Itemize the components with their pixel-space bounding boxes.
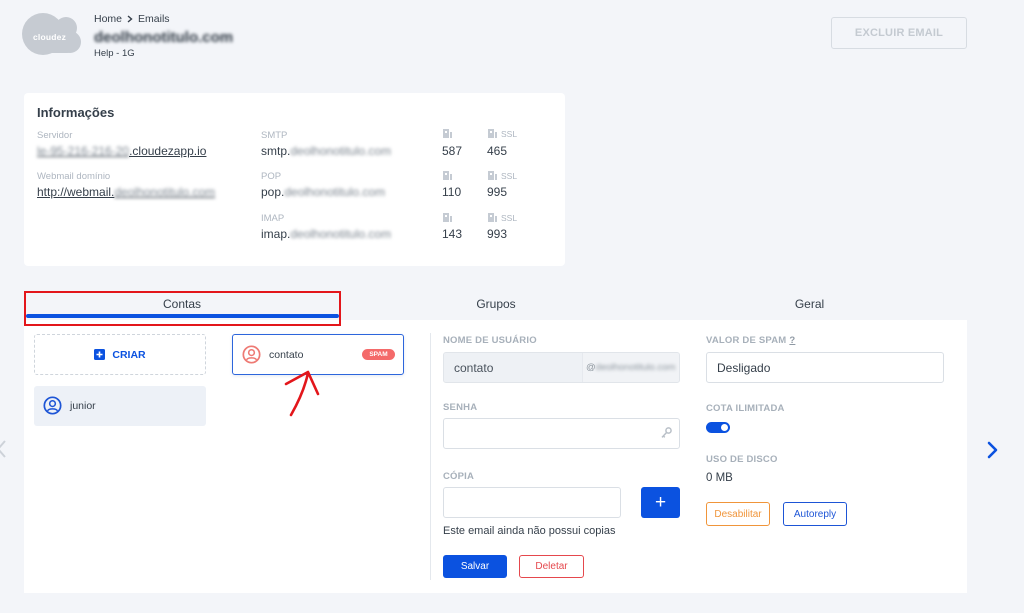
username-domain-suffix: @ deolhonotitulo.com [582, 353, 679, 382]
password-label: SENHA [443, 402, 478, 413]
ssl-label: SSL [501, 128, 518, 139]
smtp-label: SMTP [261, 130, 288, 141]
delete-email-button[interactable]: EXCLUIR EMAIL [831, 17, 967, 49]
ssl-label: SSL [501, 170, 518, 181]
breadcrumb-current: Emails [138, 13, 170, 25]
logo-text: cloudez [33, 32, 67, 42]
imap-host: imap.deolhonotitulo.com [261, 227, 391, 241]
breadcrumb-home[interactable]: Home [94, 13, 122, 25]
smtp-ssl-port: 465 [487, 144, 508, 158]
pop-label: POP [261, 171, 282, 182]
spam-help-link[interactable]: ? [789, 335, 795, 346]
add-copy-button[interactable]: + [641, 487, 680, 518]
user-circle-icon [242, 345, 261, 364]
webmail-link[interactable]: http://webmail.deolhonotitulo.com [37, 185, 215, 199]
pop-ssl-port-head: SSL [487, 170, 517, 181]
smtp-prefix: smtp. [261, 144, 291, 158]
breadcrumb: Home Emails [94, 13, 170, 25]
imap-label: IMAP [261, 213, 285, 224]
create-account-button[interactable]: CRIAR [34, 334, 206, 375]
imap-ssl-port: 993 [487, 227, 508, 241]
domain-at: @ [586, 362, 596, 373]
spam-label-text: VALOR DE SPAM [706, 335, 787, 346]
port-icon [488, 213, 497, 222]
port-icon [443, 129, 452, 138]
autoreply-button[interactable]: Autoreply [783, 502, 847, 526]
domain-suffix-text: deolhonotitulo.com [595, 362, 676, 373]
smtp-port-head [442, 128, 453, 139]
unlimited-quota-toggle[interactable] [706, 422, 730, 433]
annotation-highlight-box [24, 291, 341, 326]
username-field: @deolhonotitulo.com [443, 352, 680, 383]
password-input[interactable] [443, 418, 680, 449]
smtp-domain: deolhonotitulo.com [290, 144, 392, 158]
save-button[interactable]: Salvar [443, 555, 507, 578]
account-card-junior[interactable]: junior [34, 386, 206, 426]
pop-port-head [442, 170, 453, 181]
annotation-arrow [284, 370, 320, 417]
page-title-domain: deolhonotitulo.com [94, 29, 234, 46]
account-name: contato [269, 349, 304, 361]
imap-domain: deolhonotitulo.com [290, 227, 392, 241]
info-card: Informações Servidor le-95-216-216-20.cl… [24, 93, 565, 266]
unlimited-quota-label: COTA ILIMITADA [706, 403, 785, 414]
webmail-label: Webmail domínio [37, 171, 111, 182]
copy-label: CÓPIA [443, 471, 475, 482]
tab-grupos[interactable]: Grupos [340, 294, 652, 314]
pop-port: 110 [442, 185, 462, 199]
spam-label: VALOR DE SPAM? [706, 335, 795, 346]
info-title: Informações [37, 105, 115, 120]
copies-empty-text: Este email ainda não possui copias [443, 525, 616, 537]
copy-input[interactable] [443, 487, 621, 518]
port-icon [443, 213, 452, 222]
pop-host: pop.deolhonotitulo.com [261, 185, 385, 199]
spam-badge: SPAM [362, 349, 395, 360]
column-divider [430, 333, 431, 580]
port-icon [443, 171, 452, 180]
server-host-hidden: le-95-216-216-20 [37, 144, 130, 158]
pop-domain: deolhonotitulo.com [284, 185, 386, 199]
username-label: NOME DE USUÁRIO [443, 335, 537, 346]
imap-port: 143 [442, 227, 463, 241]
create-account-label: CRIAR [112, 348, 146, 361]
smtp-port: 587 [442, 144, 463, 158]
server-link[interactable]: le-95-216-216-20.cloudezapp.io [37, 144, 206, 158]
cloudez-logo[interactable]: cloudez [20, 10, 84, 56]
password-field [443, 418, 680, 449]
server-host-suffix: .cloudezapp.io [129, 144, 207, 158]
server-label: Servidor [37, 130, 73, 141]
delete-account-button[interactable]: Deletar [519, 555, 584, 578]
imap-prefix: imap. [261, 227, 291, 241]
user-circle-icon [43, 396, 62, 415]
chevron-right-icon [127, 15, 133, 23]
pop-ssl-port: 995 [487, 185, 508, 199]
imap-port-head [442, 212, 453, 223]
chevron-right-icon[interactable] [986, 441, 1000, 459]
ssl-label: SSL [501, 212, 518, 223]
toggle-knob [721, 424, 728, 431]
key-icon[interactable] [661, 427, 672, 439]
tab-geral[interactable]: Geral [652, 294, 967, 314]
smtp-host: smtp.deolhonotitulo.com [261, 144, 391, 158]
webmail-prefix: http://webmail. [37, 185, 115, 199]
webmail-domain: deolhonotitulo.com [114, 185, 216, 199]
chevron-left-icon[interactable] [0, 440, 6, 458]
smtp-ssl-port-head: SSL [487, 128, 517, 139]
disk-usage-value: 0 MB [706, 472, 733, 484]
plan-label: Help - 1G [94, 48, 135, 59]
disk-usage-label: USO DE DISCO [706, 454, 778, 465]
account-name: junior [70, 400, 96, 412]
imap-ssl-port-head: SSL [487, 212, 517, 223]
plus-square-icon [94, 349, 106, 360]
pop-prefix: pop. [261, 185, 285, 199]
port-icon [488, 129, 497, 138]
port-icon [488, 171, 497, 180]
disable-button[interactable]: Desabilitar [706, 502, 770, 526]
spam-value-input[interactable] [706, 352, 944, 383]
username-input [444, 353, 582, 382]
accounts-panel: CRIAR contato SPAM junior NOME DE USUÁRI… [24, 320, 967, 593]
